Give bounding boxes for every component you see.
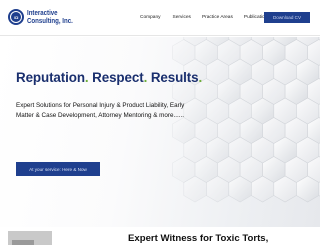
logo-mark-icon: ICI — [8, 9, 24, 25]
headline-respect: Respect — [92, 70, 144, 85]
hero-section: Reputation. Respect. Results. Expert Sol… — [0, 37, 320, 227]
headline-dot-2: . — [143, 70, 148, 85]
nav-company[interactable]: Company — [140, 15, 161, 20]
nav-services[interactable]: Services — [173, 15, 191, 20]
logo-text: Interactive Consulting, Inc. — [27, 9, 73, 25]
site-header: ICI Interactive Consulting, Inc. Company… — [0, 0, 320, 36]
headline-dot-3: . — [198, 70, 203, 85]
expert-witness-heading: Expert Witness for Toxic Torts, — [128, 233, 269, 244]
main-nav: Company Services Practice Areas Publicat… — [140, 15, 281, 20]
hexagon-pattern-background — [172, 37, 320, 203]
hero-headline: Reputation. Respect. Results. — [16, 70, 202, 85]
logo-line2: Consulting, Inc. — [27, 16, 73, 25]
headline-reputation: Reputation — [16, 70, 85, 85]
at-your-service-button[interactable]: At your service: Here & Now — [16, 162, 100, 176]
download-cv-button[interactable]: Download CV — [264, 12, 310, 23]
headline-dot-1: . — [84, 70, 89, 85]
expert-thumbnail-image — [8, 231, 52, 245]
headline-results: Results — [150, 70, 199, 85]
nav-practice-areas[interactable]: Practice Areas — [202, 15, 233, 20]
site-logo[interactable]: ICI Interactive Consulting, Inc. — [8, 9, 81, 25]
hero-subtext: Expert Solutions for Personal Injury & P… — [16, 102, 185, 120]
